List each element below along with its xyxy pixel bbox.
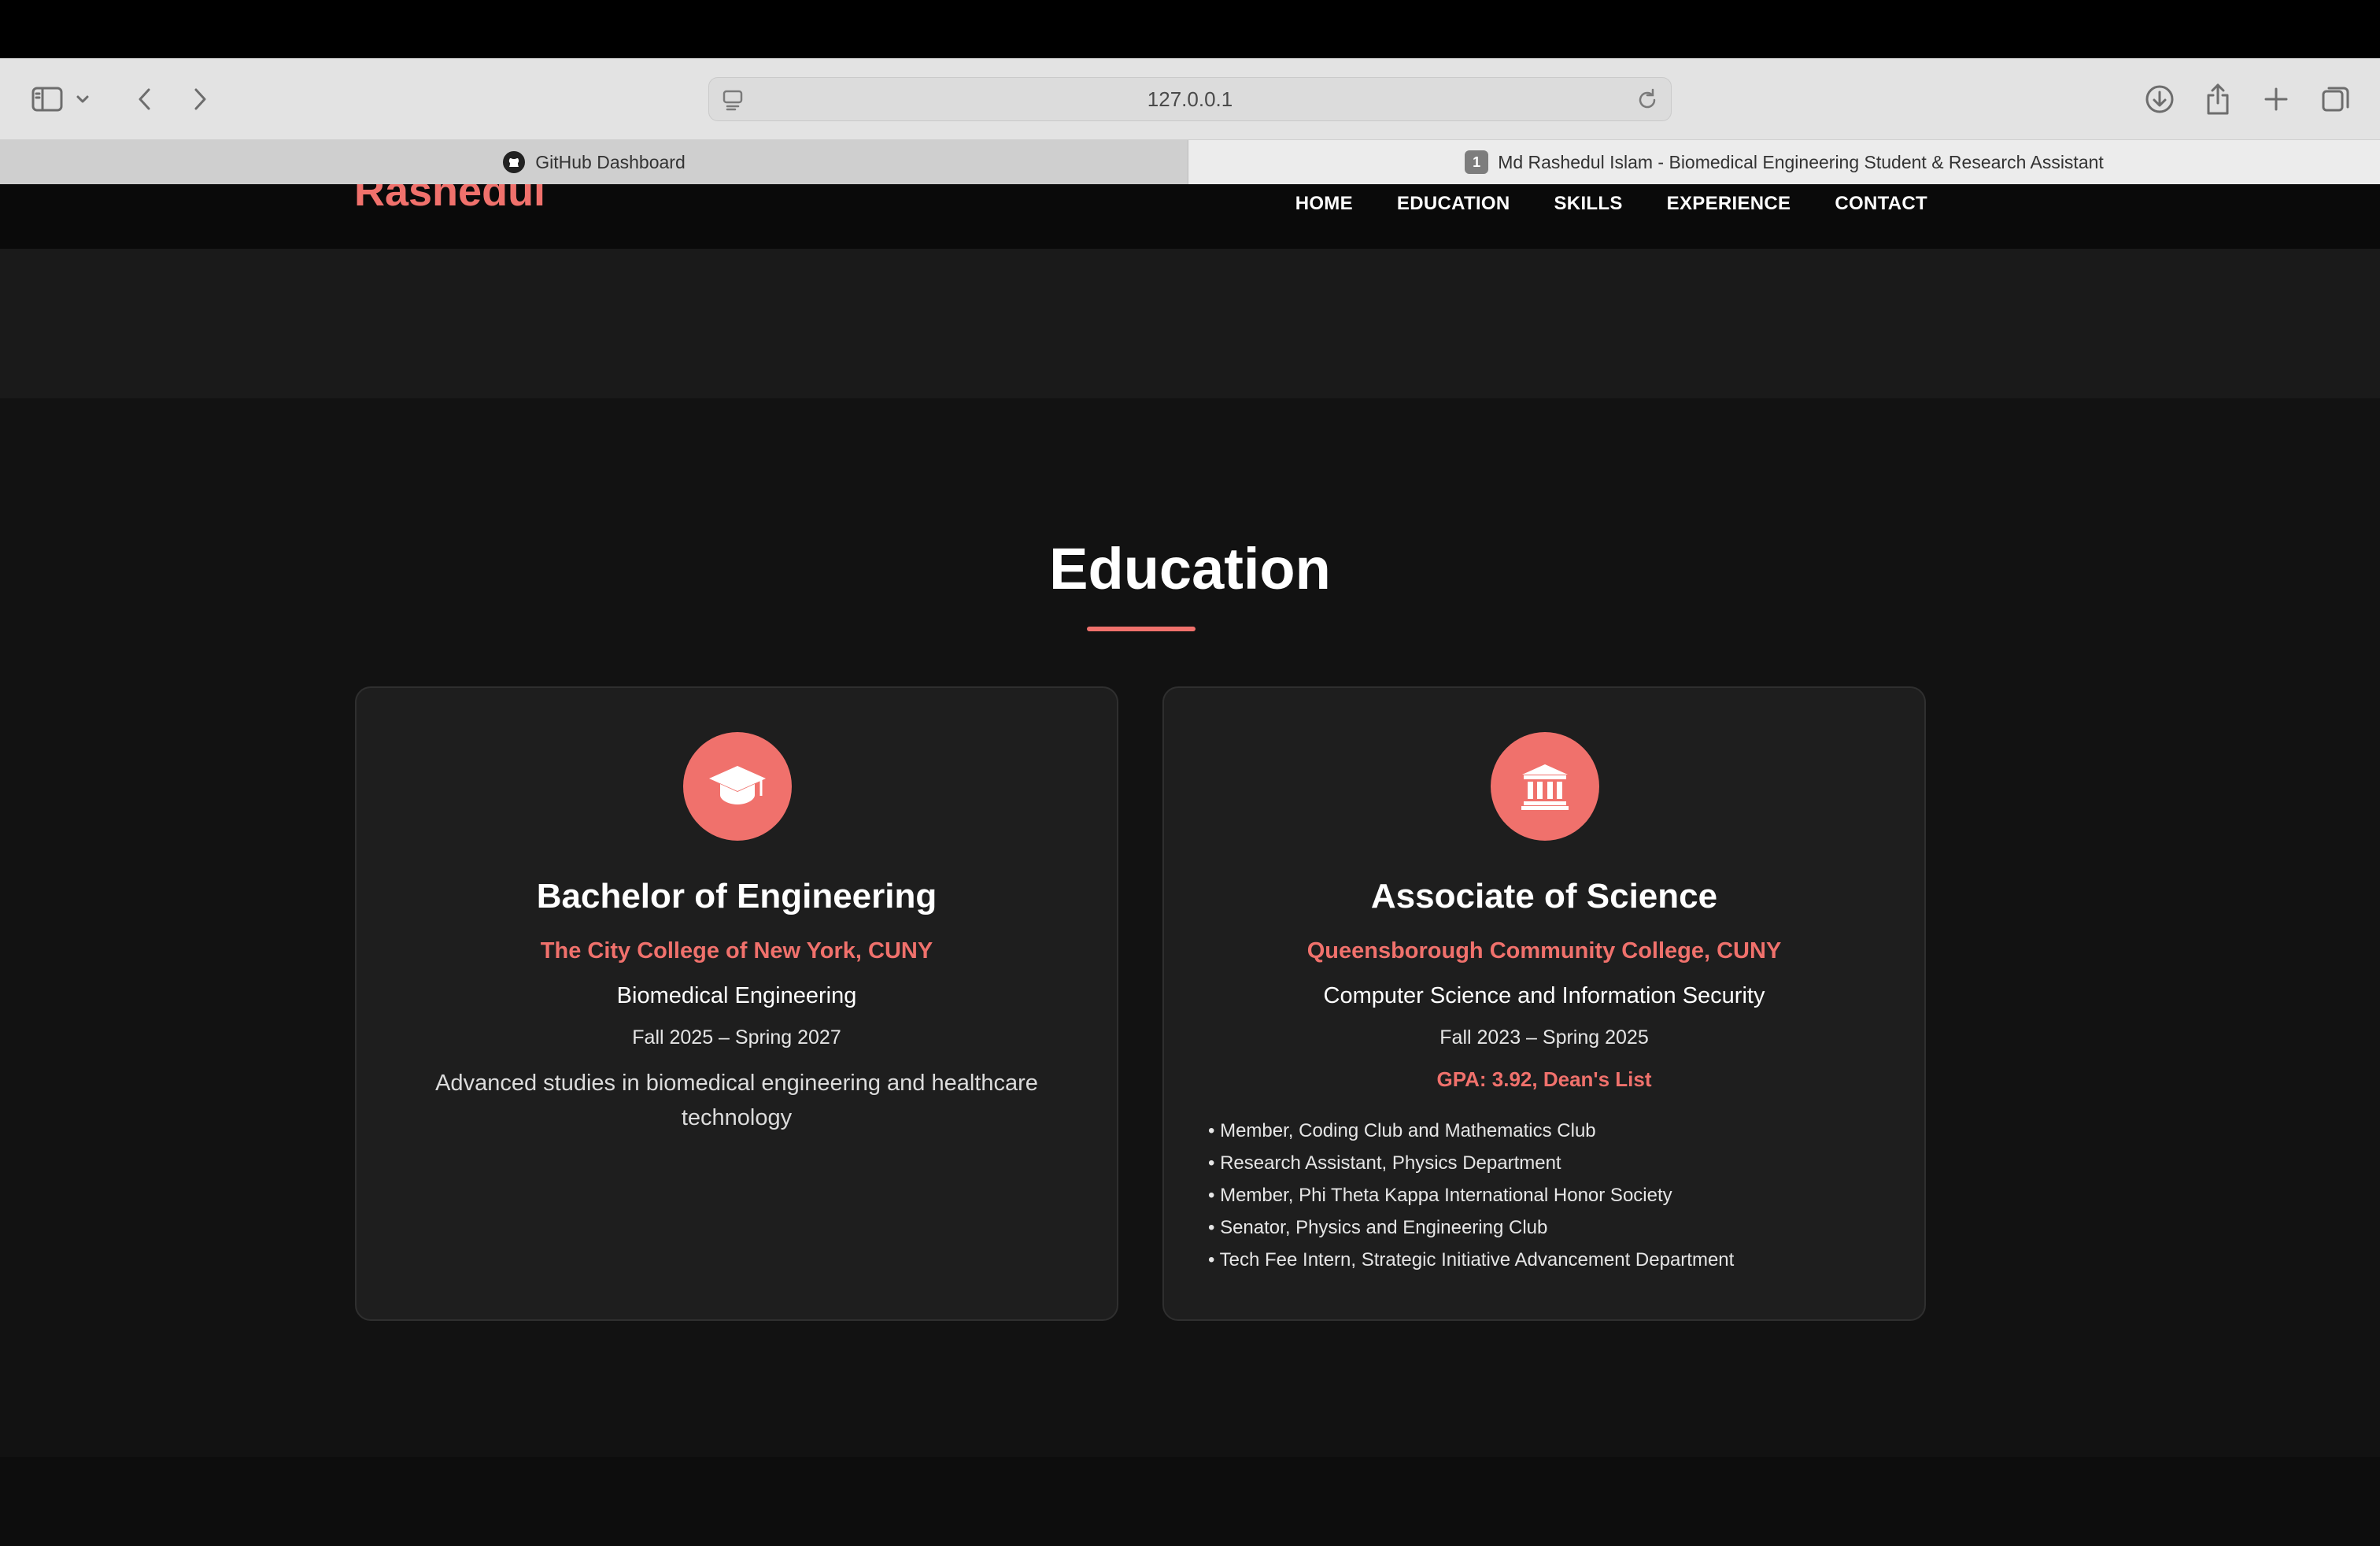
tab-github-dashboard[interactable]: GitHub Dashboard [0, 140, 1188, 184]
school-name: The City College of New York, CUNY [540, 938, 933, 963]
tab-label: GitHub Dashboard [535, 151, 686, 172]
sidebar-toggle-icon[interactable] [25, 77, 69, 121]
site-navbar: Rashedul HOME EDUCATION SKILLS EXPERIENC… [0, 184, 2380, 249]
download-icon[interactable] [2138, 77, 2182, 121]
share-icon[interactable] [2196, 77, 2240, 121]
degree-title: Associate of Science [1370, 877, 1718, 915]
list-item: Senator, Physics and Engineering Club [1208, 1211, 1734, 1244]
site-logo[interactable]: Rashedul [354, 184, 545, 216]
school-name: Queensborough Community College, CUNY [1306, 938, 1782, 963]
github-icon [502, 150, 526, 174]
back-icon[interactable] [123, 77, 167, 121]
major: Computer Science and Information Securit… [1323, 983, 1765, 1008]
degree-title: Bachelor of Engineering [536, 877, 937, 915]
nav-contact[interactable]: CONTACT [1835, 193, 1927, 215]
forward-icon[interactable] [178, 77, 222, 121]
tab-bar: GitHub Dashboard 1 Md Rashedul Islam - B… [0, 140, 2380, 184]
tab-overview-icon[interactable] [2314, 77, 2358, 121]
dates: Fall 2023 – Spring 2025 [1439, 1026, 1649, 1049]
graduation-cap-icon [683, 732, 792, 841]
description: Advanced studies in biomedical engineeri… [435, 1071, 1038, 1130]
chevron-down-icon[interactable] [71, 77, 94, 121]
hero-section-bottom [0, 249, 2380, 398]
gpa: GPA: 3.92, Dean's List [1436, 1067, 1652, 1091]
tab-badge: 1 [1465, 150, 1489, 174]
nav-experience[interactable]: EXPERIENCE [1667, 193, 1791, 215]
reload-icon[interactable] [1635, 87, 1660, 113]
list-item: Member, Phi Theta Kappa International Ho… [1208, 1179, 1734, 1211]
list-item: Research Assistant, Physics Department [1208, 1147, 1734, 1179]
title-underline [1087, 627, 1196, 631]
major: Biomedical Engineering [616, 983, 857, 1008]
education-card-ccny: Bachelor of Engineering The City College… [355, 686, 1118, 1321]
list-item: Member, Coding Club and Mathematics Club [1208, 1115, 1734, 1147]
nav-home[interactable]: HOME [1295, 193, 1353, 215]
education-card-qcc: Associate of Science Queensborough Commu… [1162, 686, 1926, 1321]
url-text: 127.0.0.1 [1147, 87, 1233, 111]
next-section-top [0, 1457, 2380, 1546]
screen-top-bezel [0, 0, 2380, 58]
new-tab-icon[interactable] [2254, 77, 2298, 121]
activities-list: Member, Coding Club and Mathematics Club… [1208, 1115, 1735, 1276]
address-bar[interactable]: 127.0.0.1 [708, 77, 1672, 121]
nav-skills[interactable]: SKILLS [1554, 193, 1623, 215]
dates: Fall 2025 – Spring 2027 [632, 1026, 841, 1049]
section-title: Education [1049, 536, 1331, 601]
browser-toolbar: 127.0.0.1 [0, 58, 2380, 140]
nav-education[interactable]: EDUCATION [1397, 193, 1510, 215]
tab-label: Md Rashedul Islam - Biomedical Engineeri… [1498, 151, 2104, 172]
tab-portfolio[interactable]: 1 Md Rashedul Islam - Biomedical Enginee… [1188, 140, 2380, 184]
list-item: Tech Fee Intern, Strategic Initiative Ad… [1208, 1244, 1735, 1276]
university-icon [1491, 732, 1599, 841]
nav-links: HOME EDUCATION SKILLS EXPERIENCE CONTACT [1295, 184, 1927, 224]
